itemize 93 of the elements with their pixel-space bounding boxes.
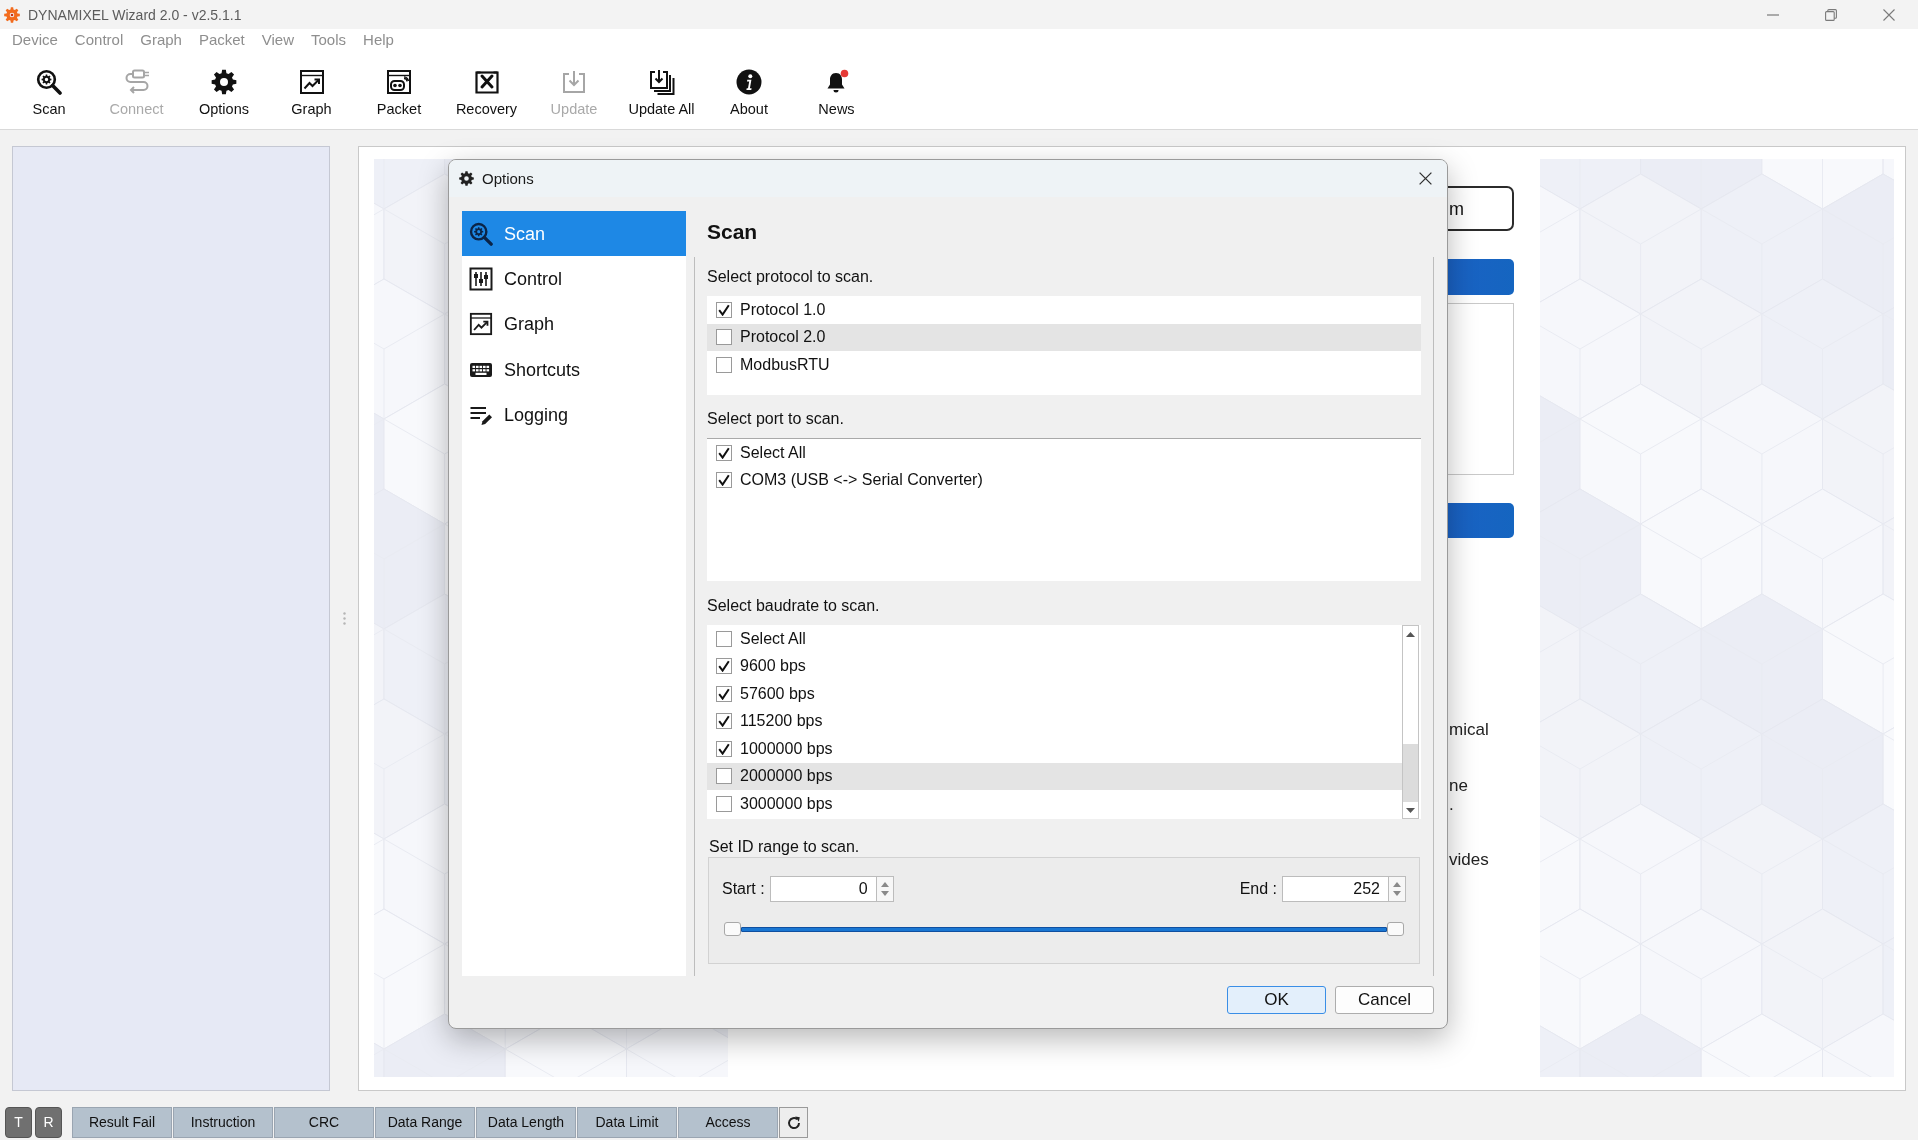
body-text: vides	[1448, 850, 1489, 869]
line-chart-icon	[298, 69, 325, 95]
toolbar-button[interactable]: Recovery	[445, 62, 528, 122]
slider-handle[interactable]	[724, 922, 741, 936]
info-icon	[736, 69, 762, 95]
body-text: ne	[1448, 776, 1468, 795]
nav-item[interactable]: Control	[462, 256, 686, 302]
checkbox[interactable]	[716, 444, 732, 461]
field-label: End :	[1239, 879, 1277, 899]
checkmark-icon	[718, 742, 730, 755]
magnifier-gear-icon	[36, 69, 62, 95]
dialog-title: Options	[482, 169, 534, 188]
checkbox[interactable]	[716, 630, 732, 647]
list-item[interactable]: 2000000 bps	[707, 762, 1402, 790]
list-item[interactable]: Protocol 2.0	[707, 323, 1421, 351]
magnifier-gear-icon	[469, 221, 493, 246]
up-arrow-icon	[1406, 631, 1415, 637]
filter-tab[interactable]: CRC	[274, 1107, 374, 1138]
toolbar-button[interactable]: Scan	[8, 62, 90, 122]
close-icon	[1418, 172, 1432, 185]
toolbar-button[interactable]: News	[795, 62, 878, 122]
toolbar-button[interactable]: Packet	[358, 62, 440, 122]
filter-tab[interactable]: Instruction	[173, 1107, 273, 1138]
checkmark-icon	[718, 474, 730, 487]
up-arrow-icon	[1393, 882, 1401, 887]
scrollbar-thumb[interactable]	[1403, 744, 1418, 802]
section-label: Set ID range to scan.	[708, 837, 860, 857]
filter-tab[interactable]: Data Length	[476, 1107, 576, 1138]
checkmark-icon	[718, 687, 730, 700]
app-logo-icon	[4, 6, 20, 23]
line-chart-icon	[469, 312, 493, 337]
checkbox[interactable]	[716, 685, 732, 702]
sliders-icon	[469, 267, 493, 292]
splitter-grip-icon	[342, 612, 346, 625]
body-text: .	[1448, 795, 1454, 814]
nav-item[interactable]: Shortcuts	[462, 347, 686, 393]
down-arrow-icon	[1393, 891, 1401, 896]
restore-icon	[1825, 8, 1837, 21]
checkbox[interactable]	[716, 356, 732, 373]
up-arrow-icon	[880, 882, 889, 887]
refresh-icon	[786, 1115, 801, 1130]
checkbox[interactable]	[716, 713, 732, 730]
field-label: Start :	[722, 879, 765, 899]
nav-item[interactable]: Logging	[462, 392, 686, 438]
number-field[interactable]: 0	[769, 876, 877, 902]
toggle-button[interactable]: T	[5, 1107, 32, 1138]
checkbox[interactable]	[716, 768, 732, 785]
filter-tab[interactable]: Result Fail	[72, 1107, 172, 1138]
download-tray-icon	[561, 69, 587, 95]
checkbox[interactable]	[716, 329, 732, 346]
nav-item[interactable]: Graph	[462, 301, 686, 348]
section-label: Select protocol to scan.	[707, 267, 874, 287]
scrollbar[interactable]	[1402, 625, 1419, 819]
section-label: Select baudrate to scan.	[707, 596, 880, 616]
minimize-icon	[1767, 13, 1779, 16]
dialog-button[interactable]: Cancel	[1335, 986, 1434, 1014]
checkmark-icon	[718, 446, 730, 459]
toolbar-button[interactable]: About	[708, 62, 790, 122]
filter-tab[interactable]: Access	[678, 1107, 778, 1138]
refresh-button[interactable]	[779, 1107, 808, 1138]
checkbox[interactable]	[716, 658, 732, 675]
nav-item[interactable]: Scan	[462, 211, 686, 257]
checkbox[interactable]	[716, 740, 732, 757]
gear-icon	[211, 69, 237, 95]
robot-window-icon	[386, 69, 412, 95]
checkbox[interactable]	[716, 301, 732, 318]
window-title: DYNAMIXEL Wizard 2.0 - v2.5.1.1	[28, 5, 242, 24]
filter-tab[interactable]: Data Limit	[577, 1107, 677, 1138]
filter-tab[interactable]: Data Range	[375, 1107, 475, 1138]
down-arrow-icon	[880, 891, 889, 896]
gear-icon	[459, 171, 474, 186]
toolbar-button[interactable]: Options	[183, 62, 265, 122]
checkmark-icon	[718, 660, 730, 673]
toggle-button[interactable]: R	[35, 1107, 62, 1138]
slider-handle[interactable]	[1387, 922, 1404, 936]
section-label: Select port to scan.	[707, 409, 844, 429]
toolbar-button[interactable]: Update All	[620, 62, 703, 122]
cable-plug-icon	[123, 69, 150, 95]
dialog-button[interactable]: OK	[1227, 986, 1326, 1014]
stacked-download-icon	[648, 69, 675, 95]
number-field[interactable]: 252	[1282, 876, 1389, 902]
outline-button[interactable]: m	[1448, 186, 1514, 231]
checkbox[interactable]	[716, 472, 732, 489]
body-text: mical	[1448, 720, 1489, 739]
down-arrow-icon	[1406, 807, 1415, 813]
section-heading: Scan	[707, 218, 758, 244]
toolbar-button[interactable]: Graph	[270, 62, 353, 122]
x-square-icon	[473, 69, 500, 95]
spin-buttons[interactable]	[1389, 876, 1406, 902]
checkbox[interactable]	[716, 795, 732, 812]
checkmark-icon	[718, 715, 730, 728]
close-icon	[1883, 8, 1895, 21]
checkmark-icon	[718, 303, 730, 316]
